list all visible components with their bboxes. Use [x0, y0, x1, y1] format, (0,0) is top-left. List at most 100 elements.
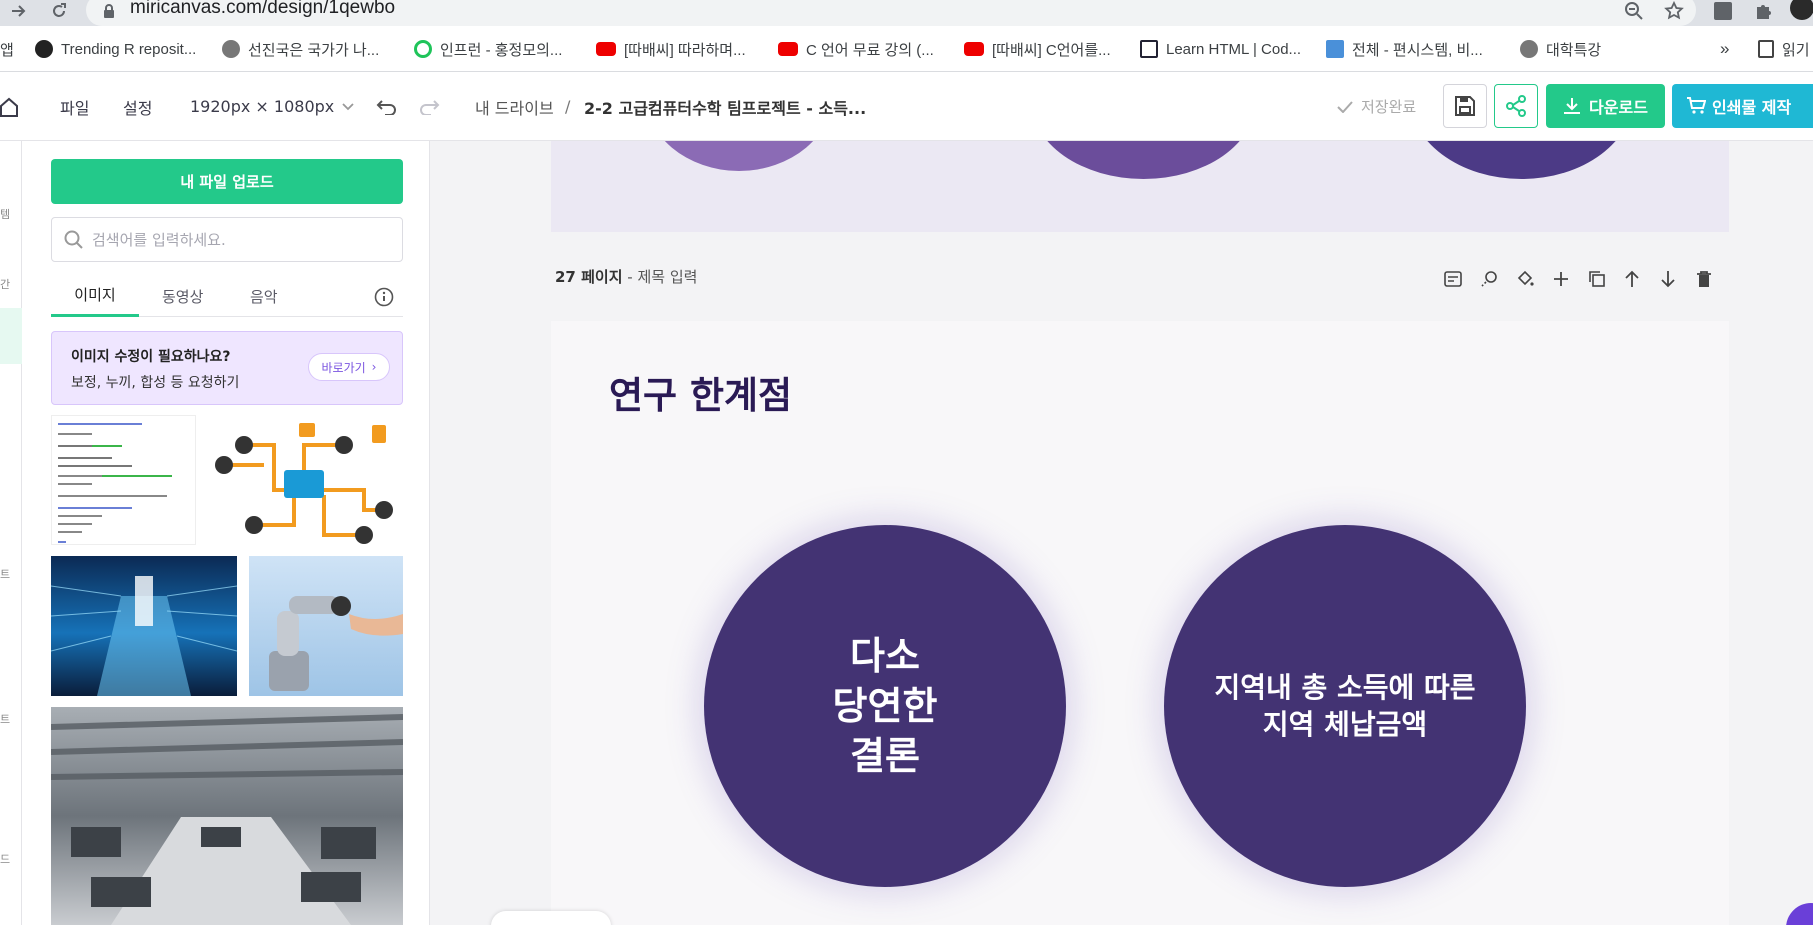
- bookmark-item[interactable]: 대학특강: [1520, 26, 1601, 72]
- youtube-icon: [778, 42, 798, 56]
- duplicate-page-icon[interactable]: [1588, 267, 1606, 291]
- home-icon[interactable]: [0, 72, 18, 141]
- rail-label[interactable]: 템: [0, 206, 10, 222]
- slide-page[interactable]: 연구 한계점 다소 당연한 결론 지역내 총 소득에 따른 지역 체납금액: [551, 321, 1729, 925]
- tab-images[interactable]: 이미지: [51, 275, 139, 317]
- bookmark-star-icon[interactable]: [1664, 1, 1684, 21]
- asset-tabs: 이미지 동영상 음악: [51, 275, 403, 317]
- prev-circle: [644, 141, 834, 171]
- globe-icon: [222, 40, 240, 58]
- code-snippet-image: [58, 423, 172, 543]
- breadcrumb-drive[interactable]: 내 드라이브: [475, 72, 554, 141]
- bookmark-item[interactable]: Learn HTML | Cod...: [1140, 26, 1301, 72]
- document-title[interactable]: 2-2 고급컴퓨터수학 팀프로젝트 - 소득...: [584, 72, 866, 141]
- regional-income-circle[interactable]: 지역내 총 소득에 따른 지역 체납금액: [1164, 525, 1526, 887]
- save-button[interactable]: [1443, 84, 1487, 128]
- forward-icon[interactable]: [10, 0, 28, 22]
- undo-icon[interactable]: [376, 72, 398, 141]
- bookmark-item[interactable]: 인프런 - 홍정모의...: [414, 26, 562, 72]
- page-label[interactable]: 27 페이지 - 제목 입력: [555, 266, 697, 287]
- slide-title[interactable]: 연구 한계점: [609, 365, 792, 419]
- bookmarks-more[interactable]: »: [1720, 26, 1729, 72]
- url-text[interactable]: miricanvas.com/design/1qewbo: [130, 0, 395, 19]
- github-icon: [35, 40, 53, 58]
- bookmark-item[interactable]: [따배씨] 따라하며...: [596, 26, 746, 72]
- save-status: 저장완료: [1337, 72, 1416, 141]
- bookmark-apps[interactable]: 앱: [0, 26, 14, 72]
- extensions-puzzle-icon[interactable]: [1754, 1, 1774, 21]
- edit-request-banner[interactable]: 이미지 수정이 필요하나요? 보정, 누끼, 합성 등 요청하기 바로가기 ›: [51, 331, 403, 405]
- bookmark-item[interactable]: 전체 - 편시스템, 비...: [1326, 26, 1483, 72]
- rail-label[interactable]: 트: [0, 566, 10, 582]
- promo-title: 이미지 수정이 필요하나요?: [71, 349, 231, 365]
- page-animation-icon[interactable]: [1480, 267, 1498, 291]
- page-notes-icon[interactable]: [1444, 267, 1462, 291]
- tab-videos[interactable]: 동영상: [162, 275, 203, 317]
- move-page-up-icon[interactable]: [1624, 267, 1640, 291]
- bookmark-item[interactable]: 선진국은 국가가 나...: [222, 26, 379, 72]
- zoom-pill[interactable]: [491, 911, 611, 925]
- search-input[interactable]: [92, 228, 392, 252]
- canvas-size-dropdown[interactable]: 1920px × 1080px: [190, 72, 354, 141]
- file-menu[interactable]: 파일: [60, 72, 89, 141]
- design-canvas: 27 페이지 - 제목 입력 연구 한계점 다소 당연한 결론 지역내 총 소득…: [430, 141, 1813, 925]
- breadcrumb-separator: /: [565, 97, 571, 116]
- promo-subtitle: 보정, 누끼, 합성 등 요청하기: [71, 375, 240, 391]
- image-thumbnail-code[interactable]: [51, 415, 196, 545]
- redo-icon[interactable]: [418, 72, 440, 141]
- share-icon: [1506, 95, 1526, 117]
- extension-i-icon[interactable]: [1714, 1, 1732, 21]
- zoom-icon[interactable]: [1624, 1, 1644, 21]
- lock-icon[interactable]: [103, 3, 115, 22]
- image-thumbnail-factory[interactable]: [51, 707, 403, 925]
- search-icon: [64, 230, 83, 249]
- youtube-icon: [964, 42, 984, 56]
- prev-circle: [1031, 141, 1256, 179]
- conclusion-circle[interactable]: 다소 당연한 결론: [704, 525, 1066, 887]
- move-page-down-icon[interactable]: [1660, 267, 1676, 291]
- cart-icon: [1687, 97, 1706, 114]
- upload-button[interactable]: 내 파일 업로드: [51, 159, 403, 204]
- page-background-color-icon[interactable]: [1516, 267, 1534, 291]
- image-thumbnail-robot-arm[interactable]: [249, 556, 403, 696]
- delete-page-icon[interactable]: [1696, 267, 1712, 291]
- chevron-right-icon: ›: [371, 360, 377, 374]
- bookmarks-bar: 앱 Trending R reposit... 선진국은 국가가 나... 인프…: [0, 26, 1813, 72]
- image-thumbnail-iot[interactable]: [204, 415, 403, 545]
- add-page-icon[interactable]: [1552, 267, 1570, 291]
- browser-address-bar: miricanvas.com/design/1qewbo: [0, 0, 1813, 26]
- robot-arm-image: [269, 596, 403, 691]
- codecademy-icon: [1140, 40, 1158, 58]
- iot-network-illustration: [215, 423, 393, 544]
- tab-music[interactable]: 음악: [250, 275, 278, 317]
- chevron-down-icon: [342, 102, 354, 110]
- help-chat-button[interactable]: [1786, 903, 1813, 925]
- reload-icon[interactable]: [50, 0, 68, 22]
- download-button[interactable]: 다운로드: [1546, 84, 1665, 128]
- settings-menu[interactable]: 설정: [123, 72, 152, 141]
- profile-avatar[interactable]: [1790, 0, 1813, 20]
- youtube-icon: [596, 42, 616, 56]
- rail-label[interactable]: 드: [0, 851, 10, 867]
- globe-icon: [1520, 40, 1538, 58]
- promo-go-button[interactable]: 바로가기 ›: [308, 353, 390, 381]
- rail-label[interactable]: 트: [0, 711, 10, 727]
- rail-active-item[interactable]: [0, 308, 22, 364]
- rail-label[interactable]: 간: [0, 276, 10, 292]
- left-tool-rail: 템 간 트 트 경 드: [0, 141, 22, 925]
- inflearn-icon: [414, 40, 432, 58]
- app-header: 파일 설정 1920px × 1080px 내 드라이브 / 2-2 고급컴퓨터…: [0, 72, 1813, 141]
- floppy-disk-icon: [1455, 96, 1475, 116]
- reading-list[interactable]: 읽기: [1758, 26, 1810, 72]
- check-icon: [1337, 100, 1353, 113]
- image-thumbnail-server-room[interactable]: [51, 556, 237, 696]
- bookmark-item[interactable]: C 언어 무료 강의 (...: [778, 26, 934, 72]
- previous-page-preview[interactable]: [551, 141, 1729, 232]
- bookmark-item[interactable]: Trending R reposit...: [35, 26, 196, 72]
- circle-text: 지역내 총 소득에 따른 지역 체납금액: [1214, 671, 1476, 741]
- search-box[interactable]: [51, 217, 403, 262]
- share-button[interactable]: [1494, 84, 1538, 128]
- print-order-button[interactable]: 인쇄물 제작: [1672, 84, 1813, 128]
- bookmark-item[interactable]: [따배씨] C언어를...: [964, 26, 1111, 72]
- info-icon[interactable]: [374, 287, 394, 307]
